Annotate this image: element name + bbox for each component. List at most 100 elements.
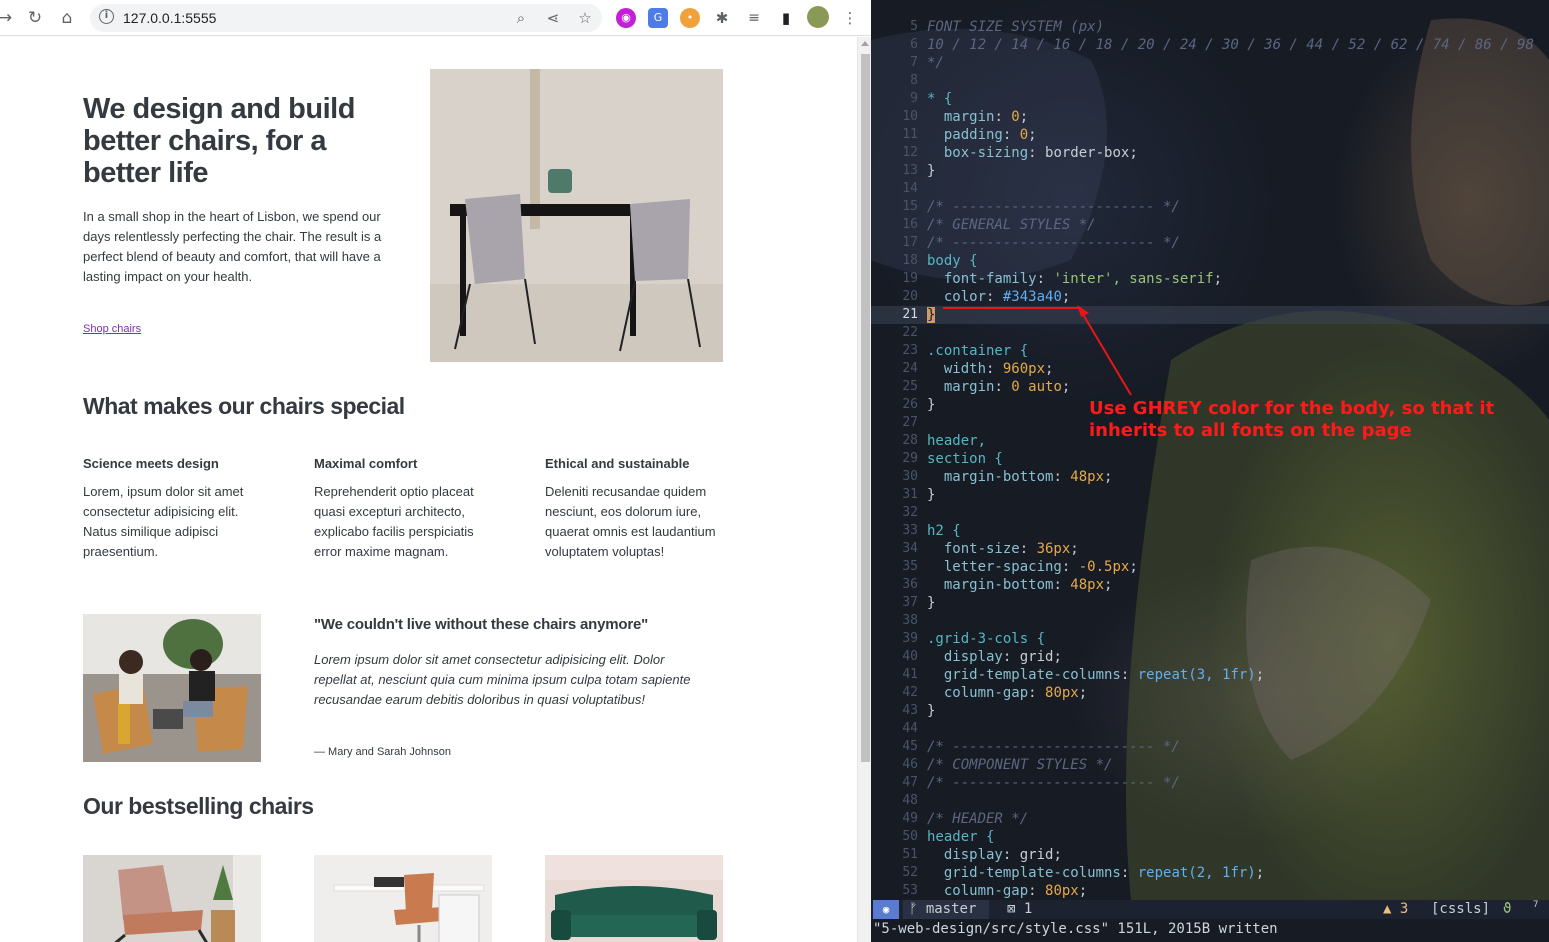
menu-kebab-icon[interactable]: ⋮ — [840, 8, 860, 28]
vim-command-line[interactable]: "5-web-design/src/style.css" 151L, 2015B… — [871, 919, 1549, 942]
code-line[interactable]: 9 * { — [871, 90, 1549, 108]
lastpass-icon[interactable]: ◉ — [616, 8, 636, 28]
code-line[interactable]: 40 display: grid; — [871, 648, 1549, 666]
code-text: font-family: 'inter', sans-serif; — [943, 271, 1223, 287]
zoom-icon[interactable]: ⌕ — [511, 8, 531, 28]
lsp-status-icon: ϑ — [1503, 901, 1512, 917]
features-heading: What makes our chairs special — [83, 393, 405, 419]
url-text[interactable]: 127.0.0.1:5555 — [123, 10, 216, 26]
code-line[interactable]: 52 grid-template-columns: repeat(2, 1fr)… — [871, 864, 1549, 882]
line-number: 47 — [902, 775, 918, 790]
code-line[interactable]: 32 — [871, 504, 1549, 522]
bestseller-image-green-sofa — [545, 855, 723, 942]
share-icon[interactable]: ⋖ — [543, 8, 563, 28]
code-text: display: grid; — [943, 649, 1062, 665]
shop-chairs-link[interactable]: Shop chairs — [83, 323, 141, 335]
translate-icon[interactable]: G — [648, 8, 668, 28]
code-text: grid-template-columns: repeat(2, 1fr); — [943, 865, 1265, 881]
code-line[interactable]: 20 color: #343a40; — [871, 288, 1549, 306]
bestseller-image-lounge-chair — [83, 855, 261, 942]
code-line[interactable]: 43} — [871, 702, 1549, 720]
code-line[interactable]: 50 header { — [871, 828, 1549, 846]
code-line[interactable]: 38 — [871, 612, 1549, 630]
line-number: 25 — [902, 379, 918, 394]
status-superscript: 7 — [1533, 900, 1539, 910]
profile-avatar[interactable] — [807, 6, 829, 28]
code-line[interactable]: 35 letter-spacing: -0.5px; — [871, 558, 1549, 576]
scrollbar-thumb[interactable] — [861, 54, 870, 762]
code-line[interactable]: 53 column-gap: 80px; — [871, 882, 1549, 900]
code-buffer[interactable]: 5 FONT SIZE SYSTEM (px) 6 10 / 12 / 14 / 16… — [871, 18, 1549, 900]
line-number: 36 — [902, 577, 918, 592]
code-line[interactable]: 51 display: grid; — [871, 846, 1549, 864]
scroll-up-arrow-icon[interactable] — [861, 41, 869, 46]
line-number: 20 — [902, 289, 918, 304]
puzzle-icon[interactable]: ✱ — [712, 8, 732, 28]
code-line[interactable]: 45 /* ------------------------ */ — [871, 738, 1549, 756]
line-number: 6 — [910, 37, 918, 52]
code-line[interactable]: 14 — [871, 180, 1549, 198]
code-line[interactable]: 17 /* ------------------------ */ — [871, 234, 1549, 252]
bestseller-image-office-chair — [314, 855, 492, 942]
code-line[interactable]: 29 section { — [871, 450, 1549, 468]
testimonial-image-two-women — [83, 614, 261, 762]
line-number: 42 — [902, 685, 918, 700]
code-text: margin-bottom: 48px; — [943, 469, 1113, 485]
feature-text: Deleniti recusandae quidem nesciunt, eos… — [545, 484, 716, 559]
code-line[interactable]: 30 margin-bottom: 48px; — [871, 468, 1549, 486]
code-line[interactable]: 11 padding: 0; — [871, 126, 1549, 144]
code-text: .container { — [927, 343, 1029, 359]
code-line[interactable]: 46 /* COMPONENT STYLES */ — [871, 756, 1549, 774]
cookie-icon[interactable]: • — [680, 8, 700, 28]
code-line[interactable]: 24 width: 960px; — [871, 360, 1549, 378]
code-line[interactable]: 19 font-family: 'inter', sans-serif; — [871, 270, 1549, 288]
line-number: 26 — [902, 397, 918, 412]
code-line[interactable]: 41 grid-template-columns: repeat(3, 1fr)… — [871, 666, 1549, 684]
code-text: padding: 0; — [943, 127, 1037, 143]
code-line[interactable]: 47 /* ------------------------ */ — [871, 774, 1549, 792]
code-text: column-gap: 80px; — [943, 685, 1088, 701]
code-text: header, — [927, 433, 987, 449]
code-line[interactable]: 31} — [871, 486, 1549, 504]
code-line[interactable]: 44 — [871, 720, 1549, 738]
back-arrow-icon[interactable]: → — [0, 7, 16, 29]
code-text: display: grid; — [943, 847, 1062, 863]
line-number: 28 — [902, 433, 918, 448]
media-queue-icon[interactable]: ≡ — [744, 8, 764, 28]
line-number: 30 — [902, 469, 918, 484]
code-line[interactable]: 39 .grid-3-cols { — [871, 630, 1549, 648]
code-line[interactable]: 49 /* HEADER */ — [871, 810, 1549, 828]
feature-text: Lorem, ipsum dolor sit amet consectetur … — [83, 484, 244, 559]
line-number: 51 — [902, 847, 918, 862]
code-line[interactable]: 5 FONT SIZE SYSTEM (px) — [871, 18, 1549, 36]
code-line[interactable]: 42 column-gap: 80px; — [871, 684, 1549, 702]
line-number: 8 — [910, 73, 918, 88]
reload-icon[interactable]: ↻ — [24, 7, 46, 29]
code-line[interactable]: 10 margin: 0; — [871, 108, 1549, 126]
code-line[interactable]: 36 margin-bottom: 48px; — [871, 576, 1549, 594]
code-line[interactable]: 6 10 / 12 / 14 / 16 / 18 / 20 / 24 / 30 /… — [871, 36, 1549, 54]
code-line[interactable]: 33 h2 { — [871, 522, 1549, 540]
code-line[interactable]: 22 — [871, 324, 1549, 342]
code-line[interactable]: 37} — [871, 594, 1549, 612]
code-line[interactable]: 16 /* GENERAL STYLES */ — [871, 216, 1549, 234]
home-icon[interactable]: ⌂ — [56, 7, 78, 29]
address-bar[interactable]: i 127.0.0.1:5555 ⌕ ⋖ ☆ — [90, 4, 602, 32]
sidepanel-icon[interactable]: ▮ — [776, 8, 796, 28]
browser-window: → ↻ ⌂ i 127.0.0.1:5555 ⌕ ⋖ ☆ ◉ G • ✱ ≡ ▮… — [0, 0, 871, 942]
code-line[interactable]: 12 box-sizing: border-box; — [871, 144, 1549, 162]
code-line[interactable]: 18 body { — [871, 252, 1549, 270]
page-scrollbar[interactable] — [857, 37, 871, 942]
code-line[interactable]: 13} — [871, 162, 1549, 180]
code-line[interactable]: 8 — [871, 72, 1549, 90]
bookmark-star-icon[interactable]: ☆ — [575, 8, 595, 28]
code-line[interactable]: 25 margin: 0 auto; — [871, 378, 1549, 396]
code-line[interactable]: 34 font-size: 36px; — [871, 540, 1549, 558]
line-number: 46 — [902, 757, 918, 772]
site-info-icon[interactable]: i — [99, 9, 114, 24]
line-number: 7 — [910, 55, 918, 70]
code-line[interactable]: 7 */ — [871, 54, 1549, 72]
code-line[interactable]: 48 — [871, 792, 1549, 810]
code-line[interactable]: 15 /* ------------------------ */ — [871, 198, 1549, 216]
code-line[interactable]: 23 .container { — [871, 342, 1549, 360]
